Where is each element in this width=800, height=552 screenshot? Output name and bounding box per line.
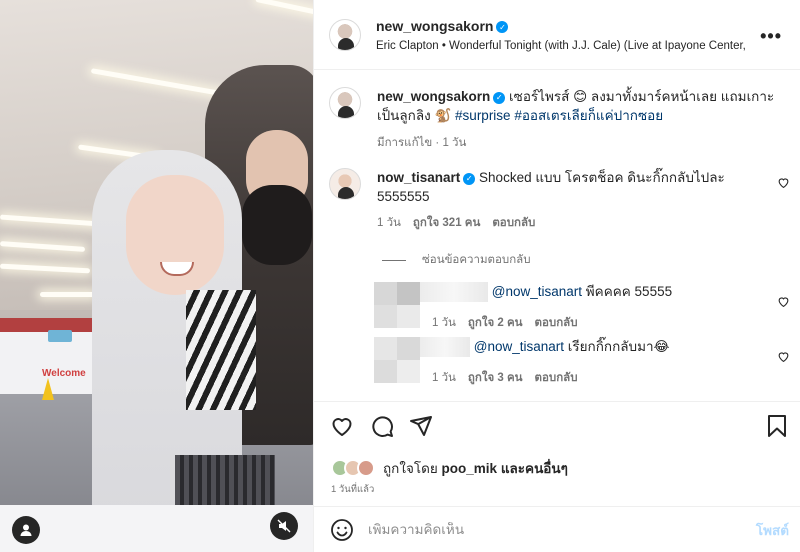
reply-time[interactable]: 1 วัน [432, 372, 456, 384]
liked-by-prefix: ถูกใจโดย [383, 461, 438, 476]
reply-meta: 1 วัน ถูกใจ 2 คน ตอบกลับ [420, 314, 672, 332]
comment-likes[interactable]: ถูกใจ 321 คน [413, 217, 480, 229]
tagged-users-button[interactable] [12, 516, 40, 544]
author-avatar[interactable] [329, 87, 361, 119]
blurred-username [420, 282, 488, 303]
like-reply-heart-icon[interactable] [777, 350, 790, 363]
save-bookmark-icon[interactable] [766, 414, 788, 438]
comments-section: new_wongsakorn ✓ เซอร์ไพรส์ 😊 ลงมาทั้งมาร… [314, 71, 800, 401]
like-reply-heart-icon[interactable] [777, 295, 790, 308]
wet-floor-sign [42, 378, 54, 400]
share-send-icon[interactable] [409, 414, 433, 438]
verified-badge-icon: ✓ [463, 172, 476, 185]
reply-meta: 1 วัน ถูกใจ 3 คน ตอบกลับ [420, 369, 669, 387]
liked-by-user[interactable]: poo_mik [442, 461, 498, 476]
mute-icon [277, 519, 291, 533]
instagram-post-modal: Welcome new_wongsakorn ✓ Eric Clapton • … [0, 0, 800, 552]
post-details-panel: new_wongsakorn ✓ Eric Clapton • Wonderful… [313, 0, 800, 552]
reply-time[interactable]: 1 วัน [432, 317, 456, 329]
caption-username[interactable]: new_wongsakorn [377, 89, 490, 104]
comment-input[interactable] [368, 522, 708, 537]
reply-button[interactable]: ตอบกลับ [535, 317, 578, 329]
verified-badge-icon: ✓ [493, 91, 506, 104]
like-comment-heart-icon[interactable] [777, 176, 790, 189]
reply-item: @now_tisanart เรียกกิ๊กกลับมา😂 1 วัน ถูกใ… [374, 337, 669, 387]
audio-track[interactable]: Eric Clapton • Wonderful Tonight (with J… [376, 40, 746, 52]
comment-text: now_tisanart ✓ Shocked แบบ โครตช็อค ดินะก… [377, 168, 757, 206]
reply-text: @now_tisanart เรียกกิ๊กกลับมา😂 [420, 337, 670, 358]
add-comment-bar: โพสต์ [314, 506, 800, 552]
blurred-username [420, 337, 470, 358]
reply-text: @now_tisanart พีคคคค 55555 [420, 282, 673, 303]
liker-avatar[interactable] [357, 459, 375, 477]
comment-meta: 1 วัน ถูกใจ 321 คน ตอบกลับ [377, 214, 757, 232]
emoji-icon[interactable] [330, 518, 354, 542]
hide-replies-toggle[interactable]: ซ่อนข้อความตอบกลับ [382, 251, 531, 269]
commenter-avatar[interactable] [329, 168, 361, 200]
reply-body: พีคคคค 55555 [585, 284, 673, 299]
post-media[interactable]: Welcome [0, 0, 313, 552]
verified-badge-icon: ✓ [496, 21, 509, 33]
author-avatar[interactable] [329, 18, 361, 51]
comment-bubble-icon[interactable] [370, 414, 394, 438]
more-options-icon[interactable]: ••• [760, 26, 782, 47]
caption-hashtags[interactable]: #surprise #ออสเตรเลียก็แค่ปากซอย [455, 108, 663, 123]
person-face [126, 175, 224, 295]
liked-by-others[interactable]: และคนอื่นๆ [501, 457, 568, 479]
header-text: new_wongsakorn ✓ Eric Clapton • Wonderful… [376, 18, 746, 52]
comment-item: now_tisanart ✓ Shocked แบบ โครตช็อค ดินะก… [329, 168, 757, 232]
hide-replies-label: ซ่อนข้อความตอบกลับ [422, 254, 531, 266]
reply-likes[interactable]: ถูกใจ 2 คน [468, 317, 523, 329]
reply-likes[interactable]: ถูกใจ 3 คน [468, 372, 523, 384]
blurred-avatar [374, 337, 420, 383]
commenter-username[interactable]: now_tisanart [377, 170, 460, 185]
divider-line [382, 259, 406, 261]
table-surface [0, 505, 313, 552]
blurred-avatar [374, 282, 420, 328]
reply-button[interactable]: ตอบกลับ [535, 372, 578, 384]
action-bar: ถูกใจโดย poo_mik และคนอื่นๆ 1 วันที่แล้ว [314, 401, 800, 506]
audio-toggle-button[interactable] [270, 512, 298, 540]
author-username[interactable]: new_wongsakorn [376, 18, 493, 34]
post-header: new_wongsakorn ✓ Eric Clapton • Wonderful… [314, 0, 800, 70]
striped-shirt [186, 290, 256, 410]
post-comment-button[interactable]: โพสต์ [756, 519, 789, 541]
reply-mention[interactable]: @now_tisanart [492, 284, 582, 299]
caption: new_wongsakorn ✓ เซอร์ไพรส์ 😊 ลงมาทั้งมาร… [329, 87, 777, 152]
caption-time[interactable]: 1 วัน [442, 137, 466, 149]
reply-mention[interactable]: @now_tisanart [474, 339, 564, 354]
comment-time[interactable]: 1 วัน [377, 217, 401, 229]
like-heart-icon[interactable] [330, 414, 354, 438]
ceiling-light [40, 292, 95, 297]
liked-by: ถูกใจโดย poo_mik และคนอื่นๆ [331, 457, 568, 479]
reply-item: @now_tisanart พีคคคค 55555 1 วัน ถูกใจ 2 … [374, 282, 672, 332]
user-icon [20, 524, 32, 536]
counter-screen [48, 330, 72, 342]
face-mask [242, 185, 312, 265]
reply-button[interactable]: ตอบกลับ [492, 217, 535, 229]
caption-meta: มีการแก้ไข · 1 วัน [377, 137, 467, 149]
edited-label: มีการแก้ไข [377, 137, 433, 149]
caption-text: new_wongsakorn ✓ เซอร์ไพรส์ 😊 ลงมาทั้งมาร… [377, 87, 777, 125]
post-time[interactable]: 1 วันที่แล้ว [331, 482, 374, 497]
reply-body: เรียกกิ๊กกลับมา😂 [567, 339, 670, 354]
